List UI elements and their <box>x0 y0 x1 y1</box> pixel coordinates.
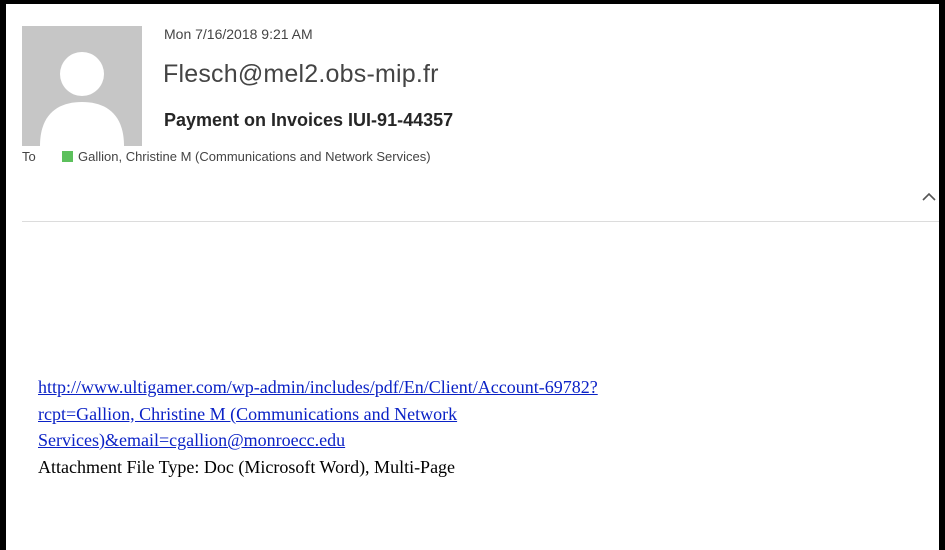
collapse-header-button[interactable] <box>921 190 937 204</box>
phishing-link-end[interactable]: Services)&email=cgallion@monroecc.edu <box>38 427 918 454</box>
message-date: Mon 7/16/2018 9:21 AM <box>164 26 313 42</box>
message-subject: Payment on Invoices IUI-91-44357 <box>164 110 454 130</box>
phishing-link[interactable]: http://www.ultigamer.com/wp-admin/includ… <box>38 374 918 401</box>
link-line-1: http://www.ultigamer.com/wp-admin/includ… <box>38 377 598 397</box>
window-left-border <box>0 0 6 550</box>
recipient-name[interactable]: Gallion, Christine M (Communications and… <box>78 149 431 164</box>
sender-address[interactable]: Flesch@mel2.obs-mip.fr <box>163 60 439 89</box>
window-top-border <box>0 0 945 4</box>
chevron-up-icon <box>922 192 936 201</box>
window-right-border <box>939 0 945 550</box>
message-body: http://www.ultigamer.com/wp-admin/includ… <box>38 374 918 480</box>
header-divider <box>22 221 939 222</box>
link-line-3: Services)&email=cgallion@monroecc.edu <box>38 430 346 450</box>
link-line-2: rcpt=Gallion, Christine M (Communication… <box>38 403 458 424</box>
phishing-link-continued[interactable]: rcpt=Gallion, Christine M (Communication… <box>38 401 918 428</box>
sender-avatar <box>22 26 142 146</box>
to-label: To <box>22 149 36 164</box>
recipients-row: To Gallion, Christine M (Communications … <box>22 149 431 164</box>
attachment-description: Attachment File Type: Doc (Microsoft Wor… <box>38 456 456 477</box>
person-icon <box>22 26 142 146</box>
presence-status-icon <box>62 151 73 162</box>
